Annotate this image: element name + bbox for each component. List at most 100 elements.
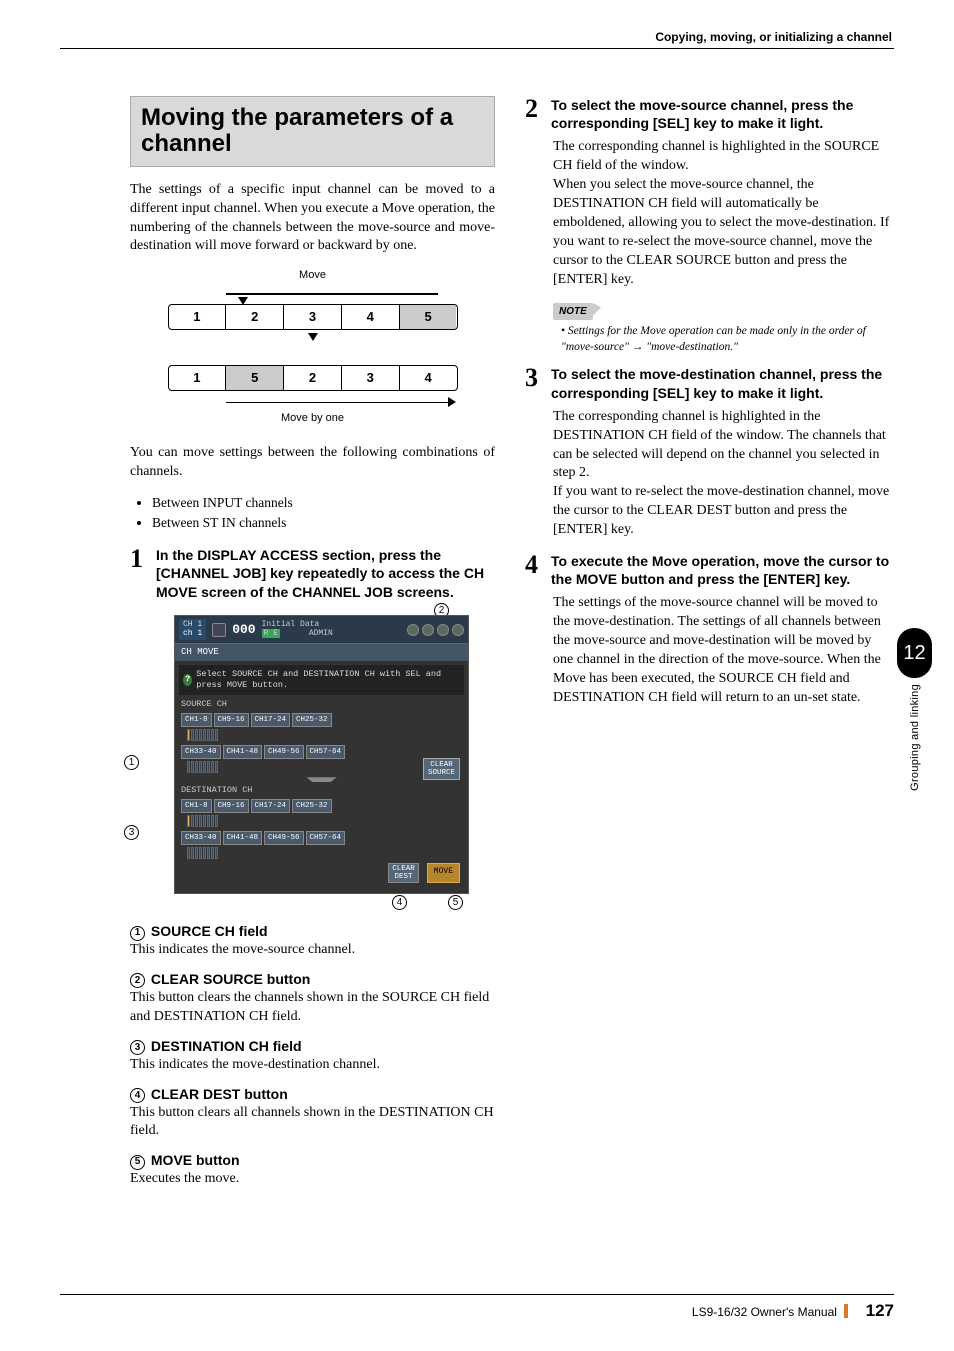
- move-by-one-label: Move by one: [168, 411, 458, 426]
- glossary-text: Executes the move.: [130, 1170, 495, 1189]
- glossary-title: MOVE button: [151, 1152, 240, 1168]
- mock-scene-name: Initial Data R E ADMIN: [262, 621, 333, 639]
- glossary-num: 1: [130, 926, 145, 941]
- diagram-cell: 3: [284, 305, 342, 329]
- combo-item: Between INPUT channels: [152, 494, 495, 512]
- chapter-tab: 12 Grouping and linking: [897, 628, 932, 791]
- mock-ch-range-btn[interactable]: CH57-64: [306, 831, 346, 845]
- glossary-title: DESTINATION CH field: [151, 1038, 302, 1054]
- footer-divider-icon: [844, 1304, 848, 1318]
- diagram-cell: 2: [284, 366, 342, 390]
- step-number: 1: [130, 546, 150, 572]
- page-number: 127: [866, 1301, 894, 1320]
- divider-handle-icon: [307, 777, 337, 782]
- combo-item: Between ST IN channels: [152, 514, 495, 532]
- mock-ch-range-btn[interactable]: CH17-24: [251, 799, 291, 813]
- step-heading: To execute the Move operation, move the …: [551, 552, 890, 588]
- note-label: NOTE: [553, 303, 593, 321]
- mock-ch-range-btn[interactable]: CH1-8: [181, 713, 212, 727]
- mock-ch-range-btn[interactable]: CH9-16: [214, 713, 249, 727]
- move-button[interactable]: MOVE: [427, 863, 460, 884]
- glossary-text: This button clears all channels shown in…: [130, 1104, 495, 1142]
- section-heading: Moving the parameters of a channel: [130, 96, 495, 167]
- callout-4: 4: [392, 895, 409, 910]
- step-3: 3 To select the move-destination channel…: [525, 365, 890, 401]
- diagram-cell: 4: [342, 305, 400, 329]
- mock-st-knobs: [407, 624, 464, 636]
- mock-source-grid: CH1-8 CH9-16 CH17-24 CH25-32 CH33-40 CH4…: [181, 713, 462, 773]
- mock-channel-indicator: CH 1 ch 1: [179, 619, 206, 641]
- mock-ch-range-btn[interactable]: CH9-16: [214, 799, 249, 813]
- note-text: Settings for the Move operation can be m…: [561, 324, 890, 355]
- glossary-text: This indicates the move-destination chan…: [130, 1056, 495, 1075]
- mock-ch-range-btn[interactable]: CH25-32: [292, 713, 332, 727]
- step-number: 3: [525, 365, 545, 391]
- left-column: Moving the parameters of a channel The s…: [130, 96, 495, 1199]
- clear-source-button[interactable]: CLEARSOURCE: [423, 758, 460, 781]
- glossary-title: SOURCE CH field: [151, 923, 268, 939]
- glossary-list: 1 SOURCE CH field This indicates the mov…: [130, 922, 495, 1189]
- move-label: Move: [168, 268, 458, 283]
- ch-move-screenshot: CH 1 ch 1 000 Initial Data R E ADMIN: [174, 615, 469, 895]
- diagram-cell: 5: [400, 305, 457, 329]
- breadcrumb: Copying, moving, or initializing a chann…: [655, 30, 892, 44]
- page-footer: LS9-16/32 Owner's Manual 127: [60, 1294, 894, 1321]
- diagram-cell: 3: [342, 366, 400, 390]
- diagram-cell: 1: [169, 305, 227, 329]
- footer-product: LS9-16/32 Owner's Manual: [692, 1305, 837, 1319]
- mock-dest-grid: CH1-8 CH9-16 CH17-24 CH25-32 CH33-40 CH4…: [181, 799, 462, 859]
- mock-ch-range-btn[interactable]: CH57-64: [306, 745, 346, 759]
- callout-5: 5: [448, 895, 465, 910]
- glossary-num: 2: [130, 973, 145, 988]
- mock-source-label: SOURCE CH: [181, 699, 462, 710]
- glossary-title: CLEAR SOURCE button: [151, 971, 310, 987]
- mock-ch-range-btn[interactable]: CH33-40: [181, 831, 221, 845]
- mock-ch-range-btn[interactable]: CH49-56: [264, 745, 304, 759]
- mock-instruction-msg: ? Select SOURCE CH and DESTINATION CH wi…: [179, 665, 464, 696]
- callout-3: 3: [124, 825, 141, 840]
- diagram-cell: 4: [400, 366, 457, 390]
- arrow-right-icon: [226, 395, 456, 409]
- glossary-num: 4: [130, 1088, 145, 1103]
- mock-ch-range-btn[interactable]: CH33-40: [181, 745, 221, 759]
- mock-ch-range-btn[interactable]: CH41-48: [223, 745, 263, 759]
- header-rule: [60, 48, 894, 49]
- mock-dest-label: DESTINATION CH: [181, 785, 462, 796]
- move-diagram: Move 1 2 3 4 5 1 5 2 3 4 Move: [168, 268, 458, 426]
- glossary-num: 3: [130, 1040, 145, 1055]
- chapter-number: 12: [897, 628, 932, 678]
- glossary-num: 5: [130, 1155, 145, 1170]
- glossary-title: CLEAR DEST button: [151, 1086, 288, 1102]
- diagram-cell: 2: [226, 305, 284, 329]
- step-heading: To select the move-source channel, press…: [551, 96, 890, 132]
- glossary-text: This button clears the channels shown in…: [130, 989, 495, 1027]
- mock-ch-range-btn[interactable]: CH41-48: [223, 831, 263, 845]
- mock-scene-number: 000: [232, 621, 255, 639]
- combinations-intro: You can move settings between the follow…: [130, 444, 495, 482]
- mock-screen-title: CH MOVE: [175, 644, 468, 660]
- arrow-down-icon: [308, 333, 318, 341]
- mock-ch-range-btn[interactable]: CH25-32: [292, 799, 332, 813]
- step-body: The corresponding channel is highlighted…: [553, 408, 890, 540]
- pencil-icon: [212, 623, 226, 637]
- note-box: NOTE Settings for the Move operation can…: [553, 302, 890, 356]
- diagram-cell: 5: [226, 366, 284, 390]
- question-icon: ?: [183, 674, 192, 686]
- diagram-cell: 1: [169, 366, 227, 390]
- step-body: The settings of the move-source channel …: [553, 594, 890, 707]
- right-column: 2 To select the move-source channel, pre…: [525, 96, 890, 1199]
- step-heading: To select the move-destination channel, …: [551, 365, 890, 401]
- step-heading: In the DISPLAY ACCESS section, press the…: [156, 546, 495, 601]
- step-2: 2 To select the move-source channel, pre…: [525, 96, 890, 132]
- chapter-label: Grouping and linking: [909, 684, 921, 791]
- step-body: The corresponding channel is highlighted…: [553, 138, 890, 289]
- mock-ch-range-btn[interactable]: CH1-8: [181, 799, 212, 813]
- step-number: 4: [525, 552, 545, 578]
- step-4: 4 To execute the Move operation, move th…: [525, 552, 890, 588]
- mock-ch-range-btn[interactable]: CH49-56: [264, 831, 304, 845]
- diagram-row-after: 1 5 2 3 4: [168, 365, 458, 391]
- step-number: 2: [525, 96, 545, 122]
- clear-dest-button[interactable]: CLEARDEST: [388, 863, 419, 884]
- mock-ch-range-btn[interactable]: CH17-24: [251, 713, 291, 727]
- intro-paragraph: The settings of a specific input channel…: [130, 181, 495, 257]
